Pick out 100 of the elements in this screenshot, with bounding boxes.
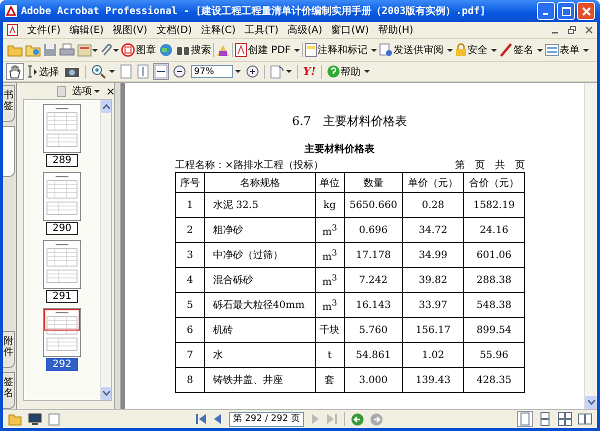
menu-item[interactable]: 工具(T)	[244, 23, 279, 37]
table-cell: 34.72	[418, 224, 448, 236]
page-icon[interactable]	[48, 412, 60, 426]
folder-icon[interactable]	[8, 412, 22, 426]
project-name: 工程名称：×路排水工程（投标）	[175, 158, 324, 172]
page-thumbnail[interactable]	[43, 240, 81, 289]
table-cell: 6	[186, 324, 194, 336]
monitor-icon[interactable]	[28, 412, 42, 426]
printer-icon[interactable]	[59, 43, 75, 57]
minus-icon[interactable]	[173, 65, 186, 78]
section-heading: 6.7 主要材料价格表	[290, 113, 408, 130]
scroll-down-button[interactable]	[101, 387, 111, 400]
fit-height-icon[interactable]	[137, 64, 149, 79]
forward-icon[interactable]	[370, 412, 383, 426]
forms-button[interactable]: 表单	[544, 41, 589, 59]
two-page-icon[interactable]	[578, 412, 592, 426]
yahoo-logo[interactable]: Y!	[303, 65, 316, 78]
pages-tab[interactable]	[3, 126, 15, 177]
page-number[interactable]: 291	[46, 290, 78, 303]
close-button[interactable]	[577, 2, 595, 20]
column-header: 单位	[315, 172, 344, 192]
maximize-button[interactable]	[557, 2, 575, 20]
restore-icon[interactable]	[568, 26, 576, 34]
camera-icon[interactable]	[64, 65, 80, 78]
page-icon[interactable]	[120, 64, 132, 79]
caret-icon[interactable]	[286, 70, 292, 73]
continuous-icon[interactable]	[538, 412, 552, 426]
page-number[interactable]: 292	[46, 358, 78, 371]
menu-item[interactable]: 窗口(W)	[331, 23, 369, 37]
security-button[interactable]: 安全	[454, 41, 497, 59]
zoom-field[interactable]: 97%	[191, 65, 233, 78]
scroll-down-button[interactable]	[585, 396, 597, 409]
caret-icon[interactable]	[235, 70, 241, 73]
caret-icon[interactable]	[109, 70, 115, 73]
table-cell: 24.16	[480, 224, 508, 236]
column-header: 单价（元）	[402, 172, 464, 192]
plus-icon[interactable]	[246, 65, 259, 78]
folder-icon[interactable]	[7, 43, 23, 57]
menu-item[interactable]: 高级(A)	[288, 23, 322, 37]
help-button[interactable]: 帮助	[326, 62, 370, 80]
options-menu[interactable]: 选项	[72, 84, 100, 98]
navigation-tab[interactable]: 签名	[3, 372, 15, 410]
first-page-icon[interactable]	[195, 413, 208, 425]
caret-icon[interactable]	[92, 48, 98, 52]
hand-icon[interactable]	[7, 64, 23, 79]
comment-button[interactable]: 注释和标记	[304, 41, 377, 59]
table-cell: 3.000	[359, 374, 388, 386]
minimize-button[interactable]	[537, 2, 555, 20]
table-cell: 水泥 32.5	[212, 200, 258, 211]
page-thumbnail[interactable]	[43, 172, 81, 221]
page-thumbnail[interactable]	[43, 308, 81, 357]
table-cell: 54.861	[356, 350, 391, 360]
close-icon[interactable]	[585, 26, 593, 34]
navigation-tab[interactable]: 附件	[3, 330, 15, 368]
scrollbar[interactable]	[584, 83, 597, 409]
menu-item[interactable]: 编辑(E)	[70, 23, 104, 37]
stamp-button[interactable]: 图章	[121, 41, 156, 59]
window-title: Adobe Acrobat Professional - [建设工程工程量清单计价编制实用手册（2003版有实例）.pdf]	[21, 4, 487, 18]
page-number[interactable]: 290	[46, 222, 78, 235]
create-pdf-button[interactable]: 创建 PDF	[235, 41, 300, 59]
table-cell: m$^{3}$	[322, 226, 338, 238]
table-cell: m$^{3}$	[322, 302, 338, 313]
menu-item[interactable]: 视图(V)	[112, 23, 148, 37]
globe-icon[interactable]	[158, 43, 174, 57]
table-cell: 5.760	[359, 324, 388, 336]
back-icon[interactable]	[350, 412, 364, 426]
table-cell: kg	[323, 200, 336, 210]
document-icon[interactable]	[77, 43, 93, 57]
table-cell: 39.82	[418, 274, 448, 286]
table-cell: 1.02	[422, 350, 444, 360]
review-button[interactable]: 发送供审阅	[378, 41, 453, 59]
previous-page-icon[interactable]	[213, 413, 224, 425]
facing-icon[interactable]	[558, 412, 572, 426]
select-button[interactable]: 选择	[28, 62, 59, 80]
page-number[interactable]: 289	[46, 154, 78, 167]
page-thumbnail[interactable]	[43, 104, 81, 153]
rotate-page-icon[interactable]	[270, 64, 284, 79]
scroll-up-button[interactable]	[101, 100, 111, 113]
paperclip-icon[interactable]	[100, 43, 114, 57]
table-cell: 0.28	[422, 200, 444, 210]
page-number-field[interactable]: 第 292 / 292 页	[229, 412, 304, 426]
app-icon	[5, 5, 17, 17]
search-button[interactable]: 搜索	[176, 41, 211, 59]
table-cell: 1582.19	[473, 200, 515, 210]
table-cell: 601.06	[476, 250, 512, 260]
close-panel-button[interactable]: ×	[106, 84, 116, 98]
table-cell: 5	[186, 300, 194, 310]
fit-width-icon[interactable]	[154, 64, 168, 79]
folder-icon[interactable]	[25, 43, 41, 57]
menu-item[interactable]: 文件(F)	[27, 23, 61, 37]
zoom-in-icon[interactable]	[91, 64, 107, 79]
table-cell: 33.97	[418, 300, 448, 310]
menu-item[interactable]: 文档(D)	[156, 23, 192, 37]
single-page-icon[interactable]	[518, 412, 532, 426]
menu-item[interactable]: 注释(C)	[200, 23, 236, 37]
menu-item[interactable]: 帮助(H)	[378, 23, 414, 37]
table-cell: 7.242	[359, 274, 388, 286]
help-icon	[326, 65, 340, 78]
scrollbar[interactable]	[100, 100, 111, 400]
navigation-tab[interactable]: 书签	[3, 85, 15, 122]
